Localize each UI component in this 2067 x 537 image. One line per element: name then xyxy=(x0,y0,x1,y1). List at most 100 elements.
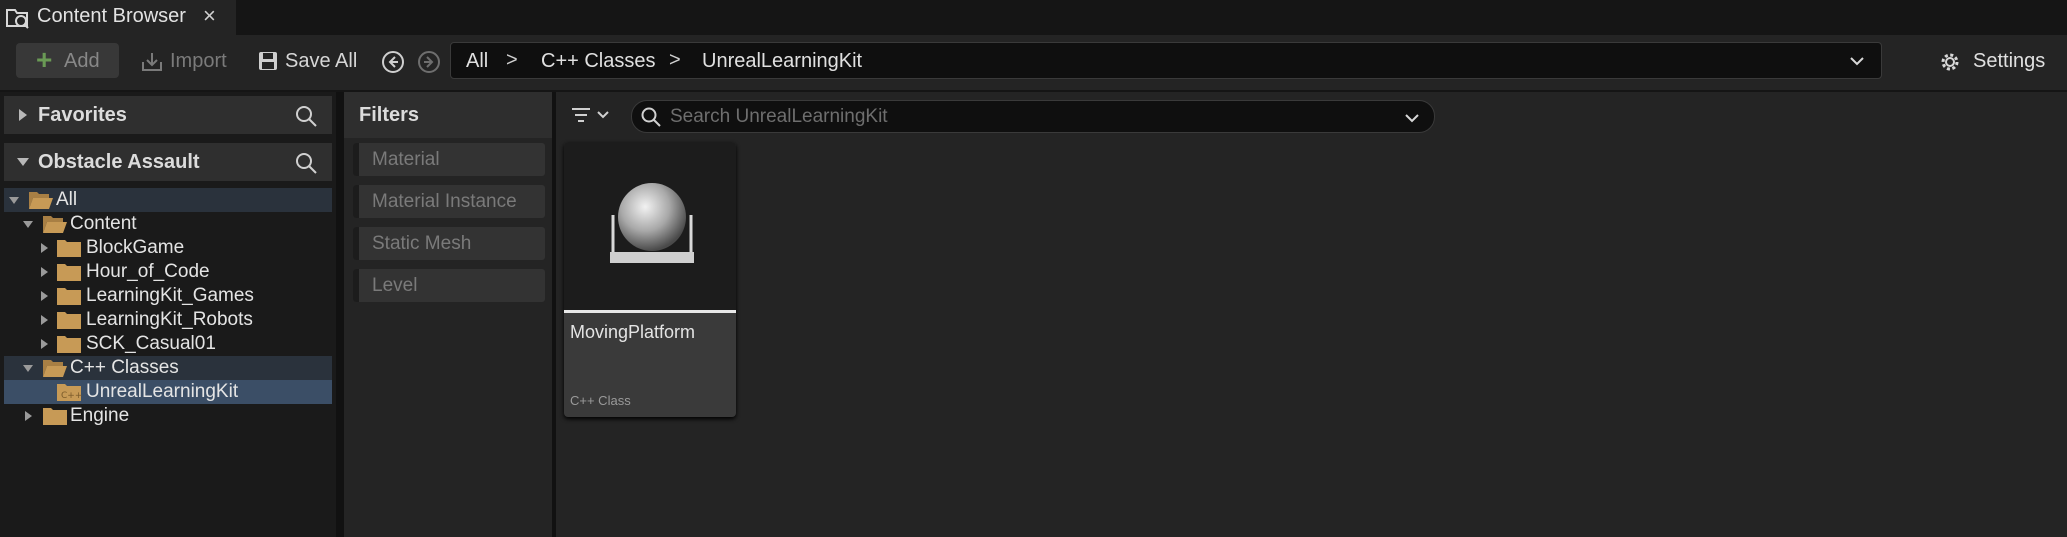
import-icon xyxy=(142,53,162,71)
forward-button[interactable] xyxy=(417,50,441,74)
asset-search-box xyxy=(631,100,1435,133)
tree-item-cpp-classes[interactable]: C++ Classes xyxy=(4,356,332,380)
tree-item-content[interactable]: Content xyxy=(4,212,332,236)
filter-color-bar xyxy=(353,185,359,218)
asset-name: MovingPlatform xyxy=(570,322,696,342)
settings-label: Settings xyxy=(1973,50,2046,72)
chevron-down-icon[interactable] xyxy=(1404,110,1420,126)
tree-item-label: LearningKit_Games xyxy=(86,285,254,306)
favorites-header[interactable]: Favorites xyxy=(4,96,332,134)
caret-right-icon[interactable] xyxy=(38,290,50,302)
caret-right-icon[interactable] xyxy=(38,314,50,326)
tree-item-label: BlockGame xyxy=(86,237,185,258)
folder-icon xyxy=(57,312,81,329)
folder-tree: All Content BlockGame Hour_of_Code Learn… xyxy=(4,188,332,533)
cpp-folder-icon: C++ xyxy=(57,384,82,401)
favorites-label: Favorites xyxy=(38,104,127,126)
filters-title: Filters xyxy=(359,104,420,126)
tree-item-label: C++ Classes xyxy=(70,357,179,378)
add-button[interactable]: + Add xyxy=(16,43,119,78)
save-icon xyxy=(259,52,277,70)
filter-static-mesh[interactable]: Static Mesh xyxy=(353,227,545,260)
filters-panel: Filters Material Material Instance Stati… xyxy=(344,92,552,537)
back-button[interactable] xyxy=(381,50,405,74)
caret-down-icon[interactable] xyxy=(22,218,34,230)
caret-right-icon[interactable] xyxy=(38,266,50,278)
filter-label: Static Mesh xyxy=(372,233,472,254)
caret-right-icon[interactable] xyxy=(16,108,30,122)
panel-splitter[interactable] xyxy=(336,92,344,537)
caret-right-icon[interactable] xyxy=(38,242,50,254)
caret-down-icon[interactable] xyxy=(8,194,20,206)
asset-view: MovingPlatform C++ Class xyxy=(556,92,2067,537)
tree-item-sck-casual01[interactable]: SCK_Casual01 xyxy=(4,332,332,356)
tree-item-label: UnrealLearningKit xyxy=(86,381,239,402)
tree-item-hour-of-code[interactable]: Hour_of_Code xyxy=(4,260,332,284)
tree-item-label: SCK_Casual01 xyxy=(86,333,216,354)
caret-right-icon[interactable] xyxy=(38,338,50,350)
tree-item-label: All xyxy=(56,189,78,210)
folder-icon xyxy=(57,288,81,305)
tree-item-unreallearningkit[interactable]: C++ UnrealLearningKit xyxy=(4,380,332,404)
filter-label: Material Instance xyxy=(372,191,517,212)
content-browser-icon xyxy=(4,4,30,30)
project-header[interactable]: Obstacle Assault xyxy=(4,143,332,181)
breadcrumb-item-all[interactable]: All xyxy=(466,50,488,73)
folder-icon xyxy=(57,264,81,281)
svg-text:C++: C++ xyxy=(61,391,82,401)
tree-item-learningkit-robots[interactable]: LearningKit_Robots xyxy=(4,308,332,332)
search-icon xyxy=(640,106,662,128)
filter-icon xyxy=(572,108,609,122)
tree-item-all[interactable]: All xyxy=(4,188,332,212)
filter-color-bar xyxy=(353,269,359,302)
folder-icon xyxy=(57,240,81,257)
filter-level[interactable]: Level xyxy=(353,269,545,302)
breadcrumb-item-unreallearningkit[interactable]: UnrealLearningKit xyxy=(702,50,862,73)
folder-open-icon xyxy=(43,360,67,377)
close-icon[interactable]: × xyxy=(203,3,216,29)
chevron-down-icon[interactable] xyxy=(1849,53,1865,69)
caret-down-icon[interactable] xyxy=(16,155,30,169)
folder-open-icon xyxy=(29,192,53,209)
breadcrumb-item-cpp-classes[interactable]: C++ Classes xyxy=(541,50,656,73)
tree-item-learningkit-games[interactable]: LearningKit_Games xyxy=(4,284,332,308)
import-button[interactable]: Import xyxy=(140,50,240,74)
chevron-right-icon[interactable]: > xyxy=(506,49,518,72)
tab-title: Content Browser xyxy=(37,5,186,27)
filter-label: Material xyxy=(372,149,440,170)
filter-label: Level xyxy=(372,275,418,296)
tree-item-blockgame[interactable]: BlockGame xyxy=(4,236,332,260)
folder-icon xyxy=(57,336,81,353)
asset-type: C++ Class xyxy=(570,393,631,408)
tree-item-label: Content xyxy=(70,213,137,234)
tree-item-label: Engine xyxy=(70,405,130,426)
tab-content-browser[interactable]: Content Browser × xyxy=(0,0,236,35)
tree-item-engine[interactable]: Engine xyxy=(4,404,332,428)
filter-material[interactable]: Material xyxy=(353,143,545,176)
filter-dropdown-button[interactable] xyxy=(570,104,620,128)
filter-material-instance[interactable]: Material Instance xyxy=(353,185,545,218)
import-button-label: Import xyxy=(170,50,227,72)
folder-open-icon xyxy=(43,216,67,233)
plus-icon: + xyxy=(36,44,53,75)
search-icon[interactable] xyxy=(294,151,318,175)
breadcrumb: All > C++ Classes > UnrealLearningKit xyxy=(450,42,1882,79)
save-all-label: Save All xyxy=(285,50,358,72)
project-label: Obstacle Assault xyxy=(38,151,200,173)
asset-type-stripe xyxy=(564,310,736,313)
arrow-right-icon xyxy=(418,51,440,73)
chevron-right-icon[interactable]: > xyxy=(669,49,681,72)
arrow-left-icon xyxy=(382,51,404,73)
caret-down-icon[interactable] xyxy=(22,362,34,374)
filter-color-bar xyxy=(353,143,359,176)
tree-item-label: LearningKit_Robots xyxy=(86,309,253,330)
settings-button[interactable]: Settings xyxy=(1938,49,2058,75)
asset-tile-movingplatform[interactable]: MovingPlatform C++ Class xyxy=(564,142,736,417)
search-icon[interactable] xyxy=(294,104,318,128)
save-all-button[interactable]: Save All xyxy=(258,50,368,74)
tab-bar: Content Browser × xyxy=(0,0,2067,35)
asset-thumbnail xyxy=(564,142,736,310)
filters-header: Filters xyxy=(344,92,552,138)
search-input[interactable] xyxy=(670,104,1370,129)
caret-right-icon[interactable] xyxy=(22,410,34,422)
